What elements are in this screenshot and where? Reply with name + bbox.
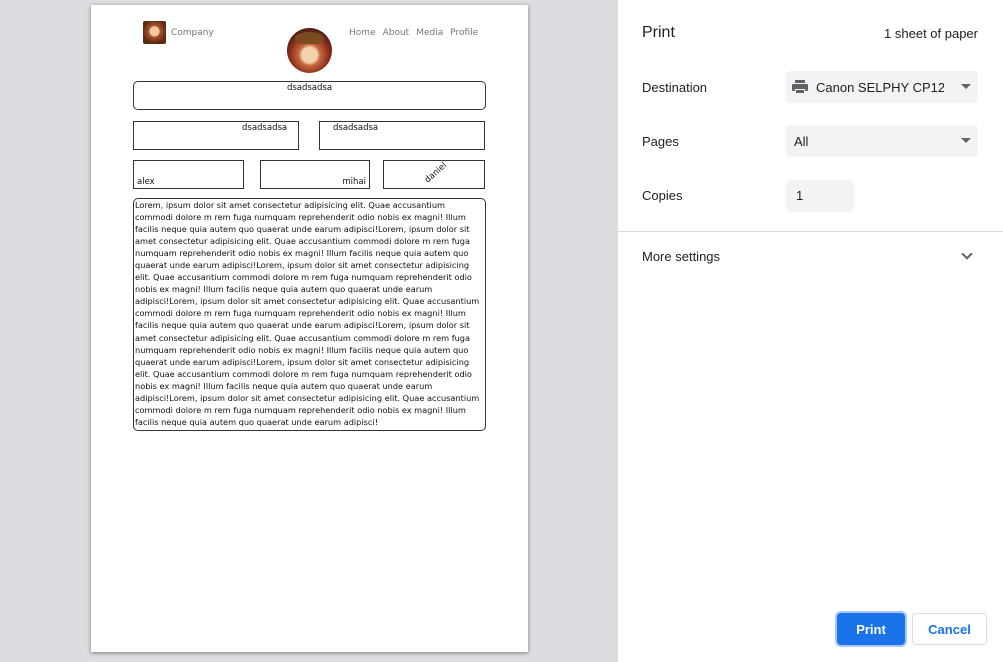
destination-value: Canon SELPHY CP1200: [816, 79, 944, 95]
print-title: Print: [642, 24, 675, 41]
dropdown-arrow-icon: [961, 84, 971, 89]
print-preview[interactable]: Company Home About Media Profile dsadsad…: [0, 0, 618, 662]
box-label: dsadsadsa: [333, 123, 379, 133]
box-label: mihai: [342, 177, 366, 187]
pages-label: Pages: [642, 134, 679, 149]
destination-select[interactable]: Canon SELPHY CP1200: [786, 71, 978, 103]
destination-label: Destination: [642, 80, 708, 95]
divider: [618, 231, 1003, 232]
print-settings-panel: Print 1 sheet of paper Destination Canon…: [618, 0, 1003, 662]
box-label: alex: [137, 177, 155, 187]
content-box-mihai: mihai: [260, 160, 370, 189]
content-box-1: dsadsadsa: [133, 81, 486, 110]
more-settings[interactable]: More settings: [642, 249, 720, 264]
dropdown-arrow-icon: [961, 138, 971, 143]
content-box-3: dsadsadsa: [319, 121, 485, 150]
copies-input[interactable]: 1: [786, 180, 854, 212]
pages-value: All: [794, 133, 809, 149]
lorem-text-box: Lorem, ipsum dolor sit amet consectetur …: [133, 198, 486, 431]
chevron-down-icon[interactable]: [961, 248, 973, 260]
copies-label: Copies: [642, 188, 683, 203]
content-box-daniel: daniel: [383, 160, 485, 189]
content-box-alex: alex: [133, 160, 244, 189]
company-name: Company: [171, 28, 214, 38]
page-nav: Home About Media Profile: [349, 28, 478, 38]
company-logo: [143, 21, 166, 44]
printer-icon: [792, 80, 808, 94]
nav-item-profile: Profile: [450, 28, 479, 38]
box-label: dsadsadsa: [242, 123, 288, 133]
box-label: daniel: [422, 160, 449, 186]
cancel-button[interactable]: Cancel: [912, 613, 987, 645]
content-box-2: dsadsadsa: [133, 121, 299, 150]
print-button[interactable]: Print: [837, 613, 905, 645]
preview-page: Company Home About Media Profile dsadsad…: [91, 5, 528, 652]
nav-item-home: Home: [349, 28, 376, 38]
pages-select[interactable]: All: [786, 125, 978, 157]
nav-item-about: About: [382, 28, 410, 38]
nav-item-media: Media: [416, 28, 444, 38]
avatar: [287, 28, 332, 73]
sheet-count: 1 sheet of paper: [884, 26, 978, 41]
